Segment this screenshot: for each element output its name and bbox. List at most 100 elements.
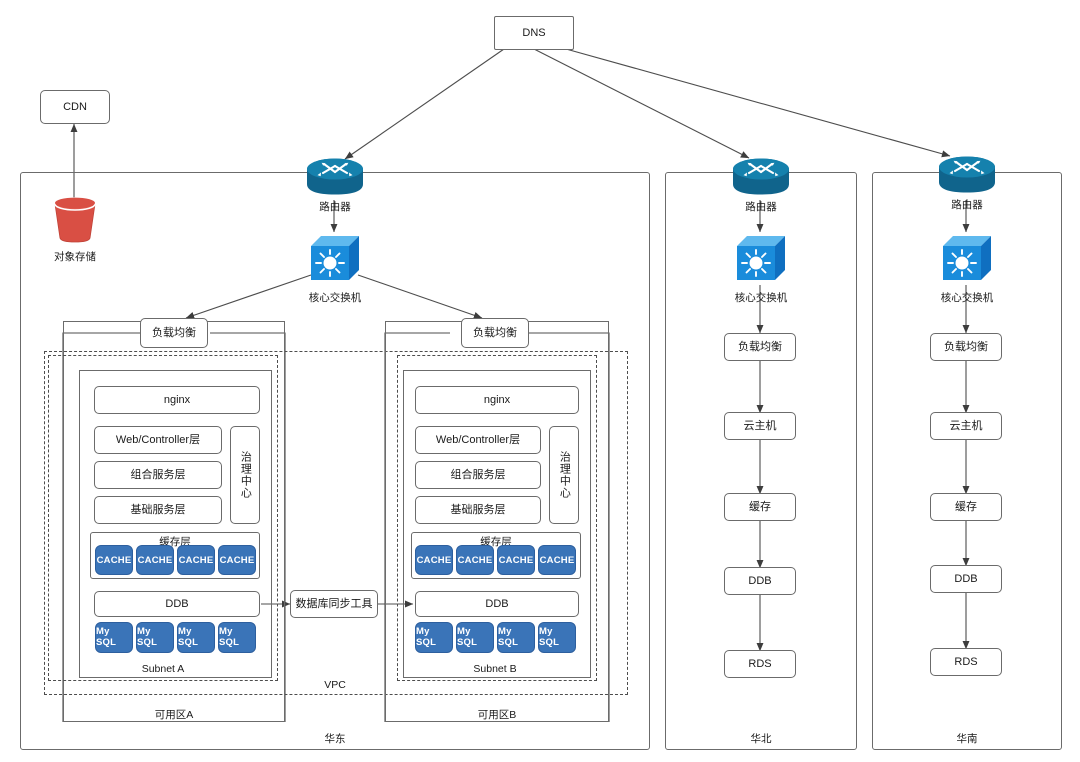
zone-a-nginx-label: nginx bbox=[163, 393, 191, 406]
zone-a-layer-nginx[interactable]: nginx bbox=[94, 386, 260, 414]
zone-a-layer-web-controller[interactable]: Web/Controller层 bbox=[94, 426, 222, 454]
database-sync-tool-label: 数据库同步工具 bbox=[295, 597, 373, 610]
zone-b-layer-nginx[interactable]: nginx bbox=[415, 386, 579, 414]
zone-b-layer-basic-service[interactable]: 基础服务层 bbox=[415, 496, 541, 524]
router-icon-east bbox=[305, 157, 365, 201]
zone-a-web-controller-label: Web/Controller层 bbox=[115, 433, 201, 446]
zone-a-cache-0-label: CACHE bbox=[96, 554, 132, 566]
core-switch-icon-north bbox=[734, 232, 788, 282]
core-switch-east-label: 核心交换机 bbox=[308, 292, 362, 304]
zone-a-cache-1-label: CACHE bbox=[137, 554, 173, 566]
north-cloud-host[interactable]: 云主机 bbox=[724, 412, 796, 440]
zone-b-layer-composite-service[interactable]: 组合服务层 bbox=[415, 461, 541, 489]
zone-a-cache-2-label: CACHE bbox=[178, 554, 214, 566]
zone-a-mysql-1[interactable]: My SQL bbox=[136, 622, 174, 653]
zone-b-mysql-0[interactable]: My SQL bbox=[415, 622, 453, 653]
region-north-label: 华北 bbox=[750, 733, 772, 745]
dns-label: DNS bbox=[522, 26, 546, 39]
south-load-balancer-label: 负载均衡 bbox=[944, 340, 988, 353]
zone-a-basic-service-label: 基础服务层 bbox=[130, 503, 186, 516]
zone-b-cache-2[interactable]: CACHE bbox=[497, 545, 535, 575]
zone-a-mysql-1-label: My SQL bbox=[137, 626, 158, 648]
router-icon-south bbox=[937, 155, 997, 199]
zone-b-composite-service-label: 组合服务层 bbox=[450, 468, 506, 481]
north-rds[interactable]: RDS bbox=[724, 650, 796, 678]
core-switch-icon-east bbox=[308, 232, 362, 282]
zone-a-mysql-0-label: My SQL bbox=[96, 626, 117, 648]
zone-a-cache-3-label: CACHE bbox=[219, 554, 255, 566]
zone-a-layer-composite-service[interactable]: 组合服务层 bbox=[94, 461, 222, 489]
south-rds[interactable]: RDS bbox=[930, 648, 1002, 676]
zone-b-mysql-2-label: My SQL bbox=[498, 626, 519, 648]
zone-b-cache-1-label: CACHE bbox=[457, 554, 493, 566]
south-cache[interactable]: 缓存 bbox=[930, 493, 1002, 521]
core-switch-icon-south bbox=[940, 232, 994, 282]
zone-a-cache-3[interactable]: CACHE bbox=[218, 545, 256, 575]
zone-b-basic-service-label: 基础服务层 bbox=[450, 503, 506, 516]
zone-b-cache-3[interactable]: CACHE bbox=[538, 545, 576, 575]
zone-b-ddb[interactable]: DDB bbox=[415, 591, 579, 617]
vpc-label: VPC bbox=[324, 679, 346, 691]
zone-b-mysql-3-label: My SQL bbox=[539, 626, 560, 648]
router-icon-north bbox=[731, 157, 791, 201]
zone-b-cache-0[interactable]: CACHE bbox=[415, 545, 453, 575]
zone-b-cache-2-label: CACHE bbox=[498, 554, 534, 566]
zone-a-mysql-2-label: My SQL bbox=[178, 626, 199, 648]
north-load-balancer-label: 负载均衡 bbox=[738, 340, 782, 353]
zone-b-mysql-0-label: My SQL bbox=[416, 626, 437, 648]
load-balancer-zone-a[interactable]: 负载均衡 bbox=[140, 318, 208, 348]
south-cloud-host-label: 云主机 bbox=[949, 419, 983, 432]
zone-b-mysql-2[interactable]: My SQL bbox=[497, 622, 535, 653]
zone-a-cache-1[interactable]: CACHE bbox=[136, 545, 174, 575]
zone-a-cache-0[interactable]: CACHE bbox=[95, 545, 133, 575]
availability-zone-b-label: 可用区B bbox=[477, 709, 517, 721]
zone-b-mysql-1-label: My SQL bbox=[457, 626, 478, 648]
south-ddb-label: DDB bbox=[954, 572, 978, 585]
zone-b-cache-0-label: CACHE bbox=[416, 554, 452, 566]
region-south-label: 华南 bbox=[956, 733, 978, 745]
south-ddb[interactable]: DDB bbox=[930, 565, 1002, 593]
zone-a-composite-service-label: 组合服务层 bbox=[130, 468, 186, 481]
north-cache-label: 缓存 bbox=[749, 500, 771, 513]
north-cache[interactable]: 缓存 bbox=[724, 493, 796, 521]
zone-a-mysql-2[interactable]: My SQL bbox=[177, 622, 215, 653]
region-east-label: 华东 bbox=[324, 733, 346, 745]
database-sync-tool[interactable]: 数据库同步工具 bbox=[290, 590, 378, 618]
cdn-node[interactable]: CDN bbox=[40, 90, 110, 124]
north-ddb[interactable]: DDB bbox=[724, 567, 796, 595]
router-south-label: 路由器 bbox=[951, 199, 983, 211]
zone-a-governance-center-label: 治理中心 bbox=[239, 451, 252, 499]
zone-a-ddb-label: DDB bbox=[165, 597, 189, 610]
router-east-label: 路由器 bbox=[319, 201, 351, 213]
zone-a-governance-center[interactable]: 治理中心 bbox=[230, 426, 260, 524]
zone-b-nginx-label: nginx bbox=[483, 393, 511, 406]
south-rds-label: RDS bbox=[954, 655, 978, 668]
zone-a-ddb[interactable]: DDB bbox=[94, 591, 260, 617]
load-balancer-zone-b[interactable]: 负载均衡 bbox=[461, 318, 529, 348]
dns-node[interactable]: DNS bbox=[494, 16, 574, 50]
zone-b-governance-center[interactable]: 治理中心 bbox=[549, 426, 579, 524]
architecture-diagram-canvas: DNS CDN 对象存储 华东 华北 华南 路由器 路由器 路由器 核心交换机 … bbox=[0, 0, 1080, 762]
zone-b-mysql-3[interactable]: My SQL bbox=[538, 622, 576, 653]
router-north-label: 路由器 bbox=[745, 201, 777, 213]
core-switch-south-label: 核心交换机 bbox=[940, 292, 994, 304]
zone-a-mysql-0[interactable]: My SQL bbox=[95, 622, 133, 653]
cdn-label: CDN bbox=[63, 100, 87, 113]
zone-b-mysql-1[interactable]: My SQL bbox=[456, 622, 494, 653]
zone-b-layer-web-controller[interactable]: Web/Controller层 bbox=[415, 426, 541, 454]
zone-b-governance-center-label: 治理中心 bbox=[558, 451, 571, 499]
zone-b-cache-3-label: CACHE bbox=[539, 554, 575, 566]
zone-a-cache-2[interactable]: CACHE bbox=[177, 545, 215, 575]
south-cloud-host[interactable]: 云主机 bbox=[930, 412, 1002, 440]
availability-zone-a-label: 可用区A bbox=[154, 709, 194, 721]
zone-b-web-controller-label: Web/Controller层 bbox=[435, 433, 521, 446]
zone-a-mysql-3[interactable]: My SQL bbox=[218, 622, 256, 653]
north-ddb-label: DDB bbox=[748, 574, 772, 587]
north-load-balancer[interactable]: 负载均衡 bbox=[724, 333, 796, 361]
zone-a-mysql-3-label: My SQL bbox=[219, 626, 240, 648]
south-load-balancer[interactable]: 负载均衡 bbox=[930, 333, 1002, 361]
zone-b-cache-1[interactable]: CACHE bbox=[456, 545, 494, 575]
south-cache-label: 缓存 bbox=[955, 500, 977, 513]
zone-a-layer-basic-service[interactable]: 基础服务层 bbox=[94, 496, 222, 524]
north-rds-label: RDS bbox=[748, 657, 772, 670]
